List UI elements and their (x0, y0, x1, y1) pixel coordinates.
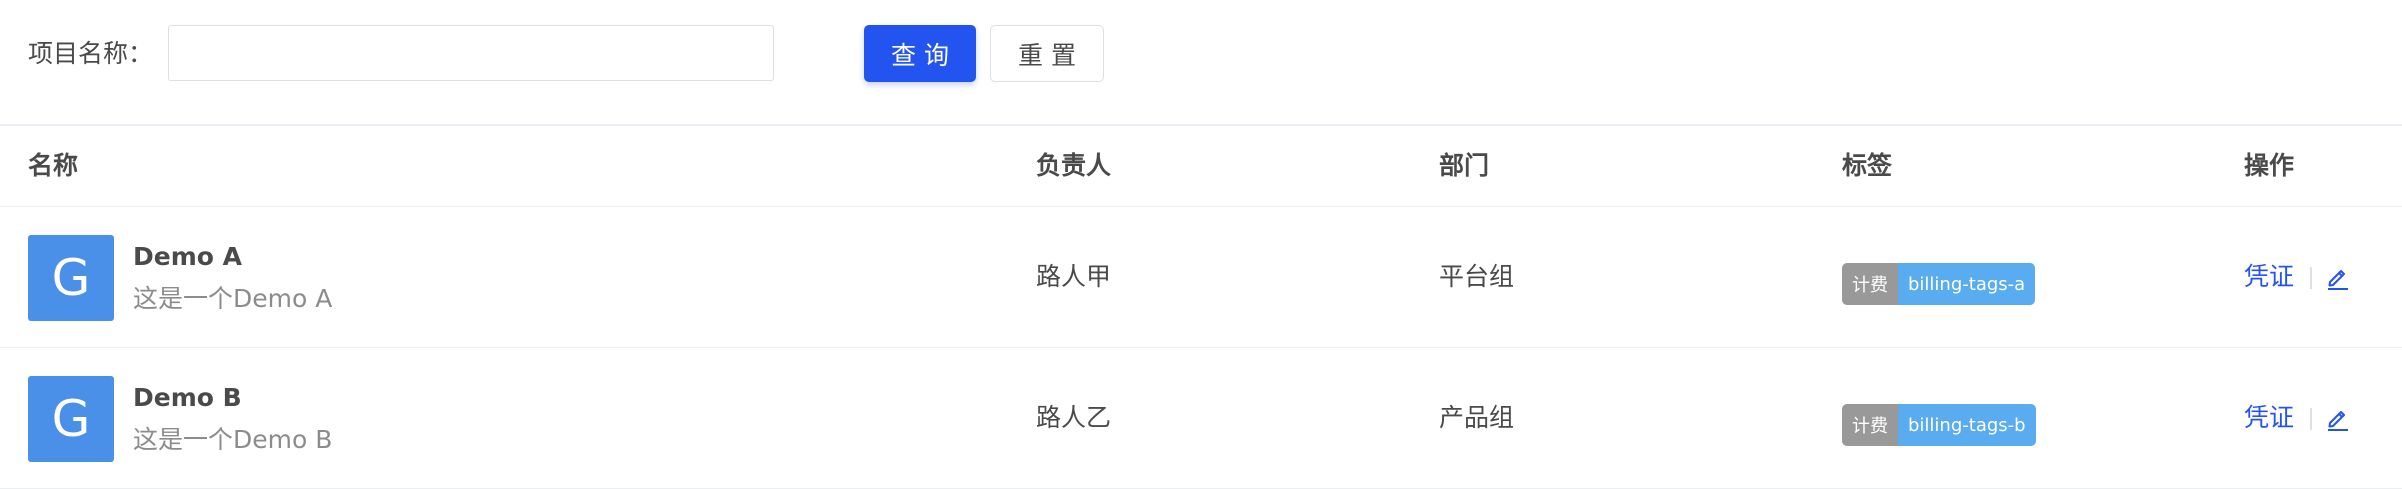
tag-key: 计费 (1842, 263, 1898, 305)
avatar: G (28, 376, 114, 462)
billing-tag: 计费 billing-tags-a (1842, 263, 2036, 305)
column-header-name: 名称 (28, 151, 79, 180)
filter-bar: 项目名称： 查询 重置 (0, 0, 2402, 124)
column-header-actions: 操作 (2244, 151, 2295, 180)
project-description: 这是一个Demo B (133, 425, 333, 454)
project-name: Demo B (133, 383, 242, 412)
project-description: 这是一个Demo A (133, 284, 333, 313)
credential-link[interactable]: 凭证 (2244, 400, 2294, 436)
action-separator (2310, 267, 2312, 289)
project-name: Demo A (133, 242, 242, 271)
column-header-department: 部门 (1439, 151, 1490, 180)
project-table: 名称 负责人 部门 标签 操作 G Demo A 这是一个Demo A 路人甲 … (0, 126, 2402, 489)
table-row: G Demo A 这是一个Demo A 路人甲 平台组 计费 billing-t… (0, 207, 2402, 348)
tag-key: 计费 (1842, 404, 1898, 446)
table-row: G Demo B 这是一个Demo B 路人乙 产品组 计费 billing-t… (0, 348, 2402, 489)
tag-value: billing-tags-b (1898, 404, 2036, 446)
pencil-edit-icon[interactable] (2326, 265, 2350, 291)
action-separator (2310, 408, 2312, 430)
department-cell: 平台组 (1439, 262, 1515, 291)
department-cell: 产品组 (1439, 403, 1515, 432)
reset-button[interactable]: 重置 (990, 25, 1104, 82)
column-header-owner: 负责人 (1036, 151, 1112, 180)
project-name-input[interactable] (168, 25, 774, 81)
tag-value: billing-tags-a (1898, 263, 2036, 305)
table-header: 名称 负责人 部门 标签 操作 (0, 126, 2402, 207)
credential-link[interactable]: 凭证 (2244, 259, 2294, 295)
query-button[interactable]: 查询 (864, 25, 976, 82)
avatar: G (28, 235, 114, 321)
owner-cell: 路人乙 (1036, 403, 1112, 432)
column-header-tags: 标签 (1842, 151, 1893, 180)
project-name-label: 项目名称： (28, 39, 154, 68)
billing-tag: 计费 billing-tags-b (1842, 404, 2036, 446)
owner-cell: 路人甲 (1036, 262, 1112, 291)
pencil-edit-icon[interactable] (2326, 406, 2350, 432)
